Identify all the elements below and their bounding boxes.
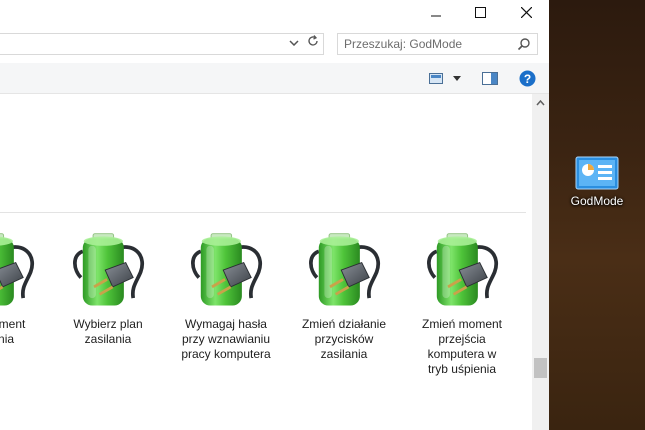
- content-area: moment pienia u Wybierz plan zasilania W…: [0, 94, 531, 430]
- list-item[interactable]: Wymagaj hasła przy wznawianiu pracy komp…: [170, 229, 282, 362]
- help-icon: ?: [519, 70, 535, 86]
- power-options-icon: [0, 229, 40, 313]
- search-input[interactable]: [344, 35, 504, 53]
- chevron-up-icon: [536, 99, 545, 105]
- power-options-icon: [302, 229, 386, 313]
- item-label: Wymagaj hasła przy wznawianiu pracy komp…: [181, 317, 271, 361]
- power-options-icon: [184, 229, 268, 313]
- item-label: Zmień moment przejścia komputera w tryb …: [421, 317, 503, 376]
- list-item[interactable]: Zmień działanie przycisków zasilania: [288, 229, 400, 362]
- close-icon: [520, 7, 532, 18]
- maximize-button[interactable]: [457, 0, 503, 25]
- refresh-button[interactable]: [304, 31, 322, 51]
- explorer-window: ? moment pienia u Wybierz plan zasilania…: [0, 0, 549, 430]
- refresh-icon: [308, 35, 318, 46]
- vertical-scrollbar[interactable]: [532, 94, 549, 430]
- list-item[interactable]: moment pienia u: [0, 229, 54, 362]
- change-view-button[interactable]: [428, 71, 444, 85]
- close-button[interactable]: [503, 0, 549, 25]
- address-history-dropdown[interactable]: [287, 33, 301, 53]
- desktop-icon-godmode[interactable]: GodMode: [559, 156, 635, 208]
- svg-text:?: ?: [523, 72, 530, 86]
- caret-down-icon: [453, 75, 461, 81]
- control-panel-icon: [575, 156, 619, 190]
- search-box[interactable]: [337, 33, 538, 55]
- search-icon: [517, 38, 530, 51]
- preview-pane-icon: [482, 71, 498, 85]
- group-divider: [0, 212, 526, 213]
- power-options-icon: [66, 229, 150, 313]
- chevron-down-icon: [289, 40, 299, 46]
- title-bar: [0, 0, 549, 25]
- item-label: moment pienia u: [0, 317, 26, 346]
- help-button[interactable]: ?: [518, 69, 536, 87]
- view-icon: [429, 72, 443, 84]
- item-label: Zmień działanie przycisków zasilania: [301, 317, 387, 361]
- maximize-icon: [474, 7, 486, 18]
- view-options-dropdown[interactable]: [450, 72, 464, 84]
- address-row: [0, 28, 549, 60]
- minimize-button[interactable]: [413, 0, 459, 25]
- address-bar[interactable]: [0, 33, 324, 55]
- power-options-icon: [420, 229, 504, 313]
- preview-pane-button[interactable]: [481, 71, 499, 85]
- list-item[interactable]: Zmień moment przejścia komputera w tryb …: [406, 229, 518, 377]
- desktop-icon-label: GodMode: [570, 194, 624, 208]
- desktop-background: GodMode: [549, 0, 645, 430]
- scroll-thumb[interactable]: [534, 358, 547, 378]
- item-label: Wybierz plan zasilania: [73, 317, 143, 346]
- minimize-icon: [431, 15, 441, 16]
- list-item[interactable]: Wybierz plan zasilania: [52, 229, 164, 347]
- command-bar: ?: [0, 63, 549, 94]
- scroll-up-button[interactable]: [532, 94, 549, 111]
